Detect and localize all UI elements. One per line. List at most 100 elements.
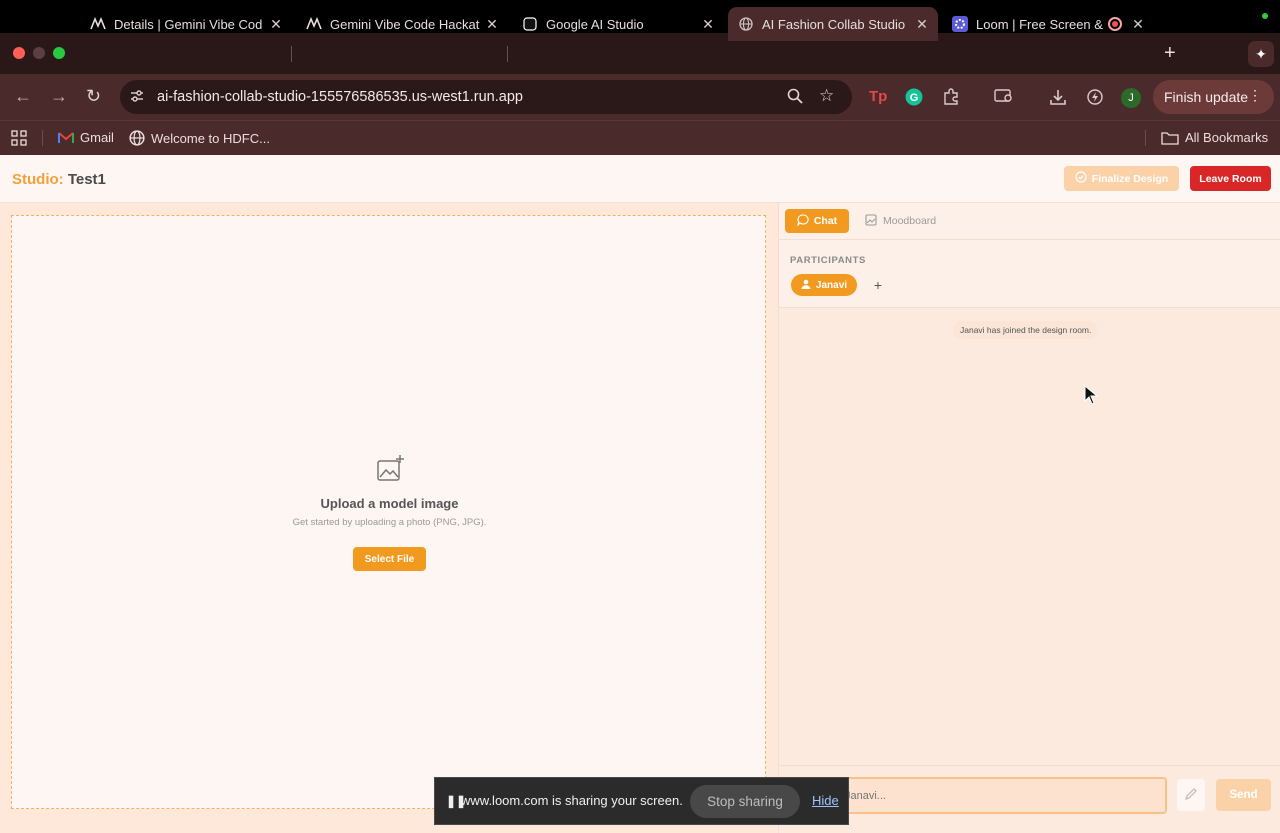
hide-link[interactable]: Hide <box>812 793 839 808</box>
tab-google-ai-studio[interactable]: Google AI Studio ✕ <box>512 7 724 41</box>
image-icon <box>865 213 877 229</box>
close-tab-icon[interactable]: ✕ <box>266 16 286 33</box>
stop-sharing-button[interactable]: Stop sharing <box>690 785 800 818</box>
gemini-sparkle-icon[interactable]: ✦ <box>1248 41 1274 67</box>
site-settings-icon[interactable] <box>129 88 145 107</box>
forward-arrow-icon[interactable]: → <box>50 86 68 107</box>
kebab-menu-icon[interactable]: ⋮ <box>1248 87 1262 104</box>
tab-loom[interactable]: Loom | Free Screen & ✕ <box>942 7 1154 41</box>
upload-title: Upload a model image <box>320 496 459 511</box>
bookmark-star-icon[interactable]: ☆ <box>819 86 834 106</box>
tab-details-gemini[interactable]: Details | Gemini Vibe Cod ✕ <box>80 7 292 41</box>
close-tab-icon[interactable]: ✕ <box>912 16 932 33</box>
check-circle-icon <box>1075 171 1087 186</box>
recording-icon <box>1108 17 1122 31</box>
svg-text:G: G <box>910 92 919 104</box>
side-panel: Chat Moodboard PARTICIPANTS Janavi + Jan… <box>778 203 1280 833</box>
share-message: www.loom.com is sharing your screen. <box>461 793 683 808</box>
back-arrow-icon[interactable]: ← <box>14 86 32 107</box>
bookmark-divider <box>42 130 43 146</box>
bookmark-gmail[interactable]: Gmail <box>58 130 114 145</box>
apps-grid-icon[interactable] <box>11 130 27 146</box>
user-icon <box>801 279 811 292</box>
bookmark-hdfc[interactable]: Welcome to HDFC... <box>129 130 270 146</box>
devpost-icon <box>306 16 322 32</box>
close-tab-icon[interactable]: ✕ <box>1128 16 1148 33</box>
mouse-cursor-icon <box>1084 384 1099 410</box>
studio-label: Studio: <box>12 171 64 188</box>
download-icon[interactable] <box>1049 88 1067 111</box>
camera-indicator-icon <box>1262 13 1268 19</box>
image-drop-zone[interactable]: Upload a model image Get started by uplo… <box>11 215 766 809</box>
url-text[interactable]: ai-fashion-collab-studio-155576586535.us… <box>157 89 523 105</box>
tab-divider <box>291 46 292 62</box>
finalize-design-button[interactable]: Finalize Design <box>1064 166 1179 191</box>
studio-name: Test1 <box>67 171 106 188</box>
extensions-puzzle-icon[interactable] <box>942 88 960 111</box>
tab-divider <box>507 46 508 62</box>
close-tab-icon[interactable]: ✕ <box>482 16 502 33</box>
bookmarks-bar: Gmail Welcome to HDFC... All Bookmarks <box>0 120 1280 155</box>
bookmark-label: Welcome to HDFC... <box>151 130 270 146</box>
participant-name: Janavi <box>815 279 848 291</box>
grammarly-icon[interactable]: G <box>905 88 923 111</box>
reload-icon[interactable]: ↻ <box>86 86 101 107</box>
chat-input-row: Send <box>779 765 1280 833</box>
globe-icon <box>129 130 145 146</box>
participant-chip[interactable]: Janavi <box>791 274 857 296</box>
gmail-icon <box>58 131 74 143</box>
upload-subtitle: Get started by uploading a photo (PNG, J… <box>292 517 487 528</box>
participants-heading: PARTICIPANTS <box>790 255 866 266</box>
side-tabs: Chat Moodboard <box>779 203 1280 240</box>
system-message: Janavi has joined the design room. <box>953 321 1099 339</box>
canvas-panel: Upload a model image Get started by uplo… <box>0 203 778 833</box>
chat-bubble-icon <box>796 213 809 229</box>
finalize-label: Finalize Design <box>1091 172 1169 185</box>
tab-title: Loom | Free Screen & <box>976 16 1103 32</box>
tab-ai-fashion-collab[interactable]: AI Fashion Collab Studio ✕ <box>728 7 938 41</box>
app-root: Studio: Test1 Finalize Design Leave Room… <box>0 155 1280 833</box>
minimize-window-button[interactable] <box>33 47 45 59</box>
tab-chat[interactable]: Chat <box>785 209 849 233</box>
profile-avatar[interactable]: J <box>1121 88 1141 108</box>
screen-share-bar: ❚❚ www.loom.com is sharing your screen. … <box>434 777 849 825</box>
address-bar[interactable]: ai-fashion-collab-studio-155576586535.us… <box>120 80 852 114</box>
finish-update-label: Finish update <box>1164 89 1249 105</box>
close-window-button[interactable] <box>13 47 25 59</box>
add-participant-button[interactable]: + <box>868 275 888 295</box>
pencil-icon <box>1184 787 1198 804</box>
tab-moodboard[interactable]: Moodboard <box>865 209 936 233</box>
new-tab-button[interactable]: + <box>1164 42 1176 65</box>
finish-update-button[interactable]: Finish update ⋮ <box>1153 80 1274 114</box>
add-image-icon <box>376 454 406 484</box>
ai-studio-icon <box>522 16 538 32</box>
tab-gemini-hackathon[interactable]: Gemini Vibe Code Hackat ✕ <box>296 7 508 41</box>
bookmark-divider <box>1145 130 1146 146</box>
sketch-pen-button[interactable] <box>1177 779 1205 811</box>
extension-tp-icon[interactable]: Tp <box>869 88 887 105</box>
participants-section: PARTICIPANTS Janavi + <box>779 240 1280 308</box>
close-tab-icon[interactable]: ✕ <box>698 16 718 33</box>
performance-icon[interactable] <box>1086 88 1104 111</box>
zoom-icon[interactable] <box>787 88 803 107</box>
tab-moodboard-label: Moodboard <box>883 215 937 227</box>
select-file-button[interactable]: Select File <box>353 547 426 571</box>
folder-icon <box>1161 131 1179 145</box>
all-bookmarks-button[interactable]: All Bookmarks <box>1161 130 1268 145</box>
bookmark-label: Gmail <box>80 130 114 145</box>
tab-title: Gemini Vibe Code Hackat <box>330 16 480 32</box>
tab-title: Google AI Studio <box>546 16 644 32</box>
zoom-window-button[interactable] <box>53 47 65 59</box>
loom-icon <box>952 16 968 32</box>
send-button[interactable]: Send <box>1216 779 1271 811</box>
tab-chat-label: Chat <box>813 215 838 227</box>
app-header: Studio: Test1 Finalize Design Leave Room <box>0 155 1280 203</box>
all-bookmarks-label: All Bookmarks <box>1185 130 1269 145</box>
devpost-icon <box>90 16 106 32</box>
screen: Details | Gemini Vibe Cod ✕ Gemini Vibe … <box>0 0 1280 833</box>
globe-icon <box>738 16 754 32</box>
page-title: Studio: Test1 <box>12 171 106 188</box>
tab-title: Details | Gemini Vibe Cod <box>114 16 263 32</box>
tab-search-icon[interactable] <box>994 88 1014 109</box>
leave-room-button[interactable]: Leave Room <box>1190 166 1271 191</box>
